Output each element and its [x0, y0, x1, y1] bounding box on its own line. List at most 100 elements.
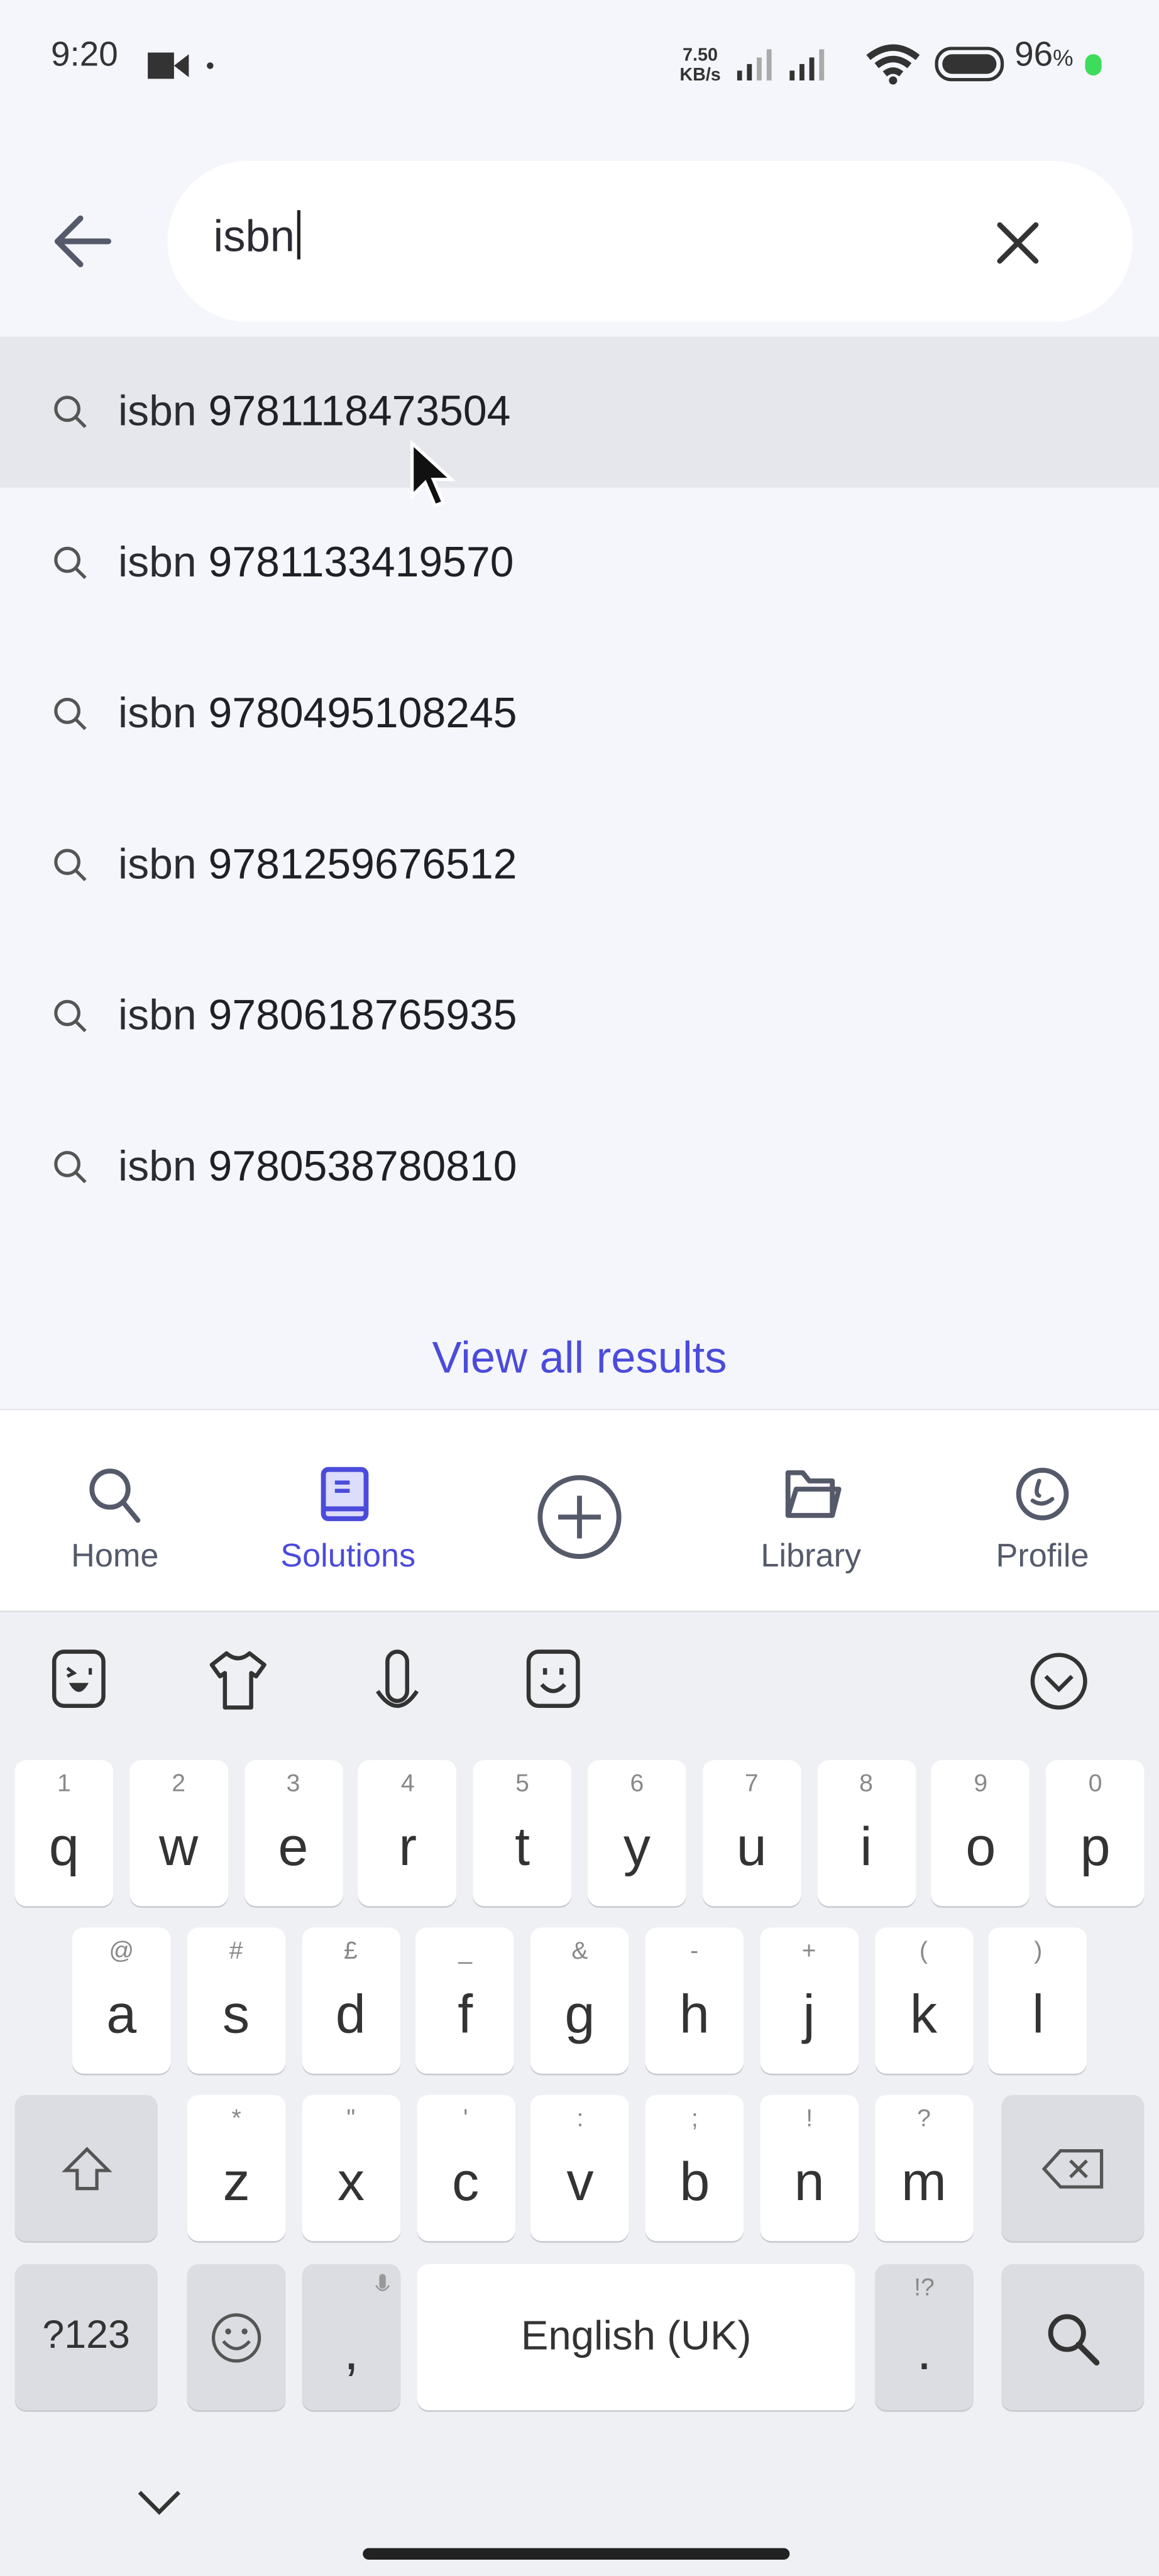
- mouse-cursor-icon: [410, 439, 456, 508]
- key-label: j: [803, 1983, 815, 2044]
- key-m[interactable]: ? m: [874, 2094, 974, 2242]
- home-indicator[interactable]: [363, 2548, 790, 2560]
- search-icon: [54, 698, 87, 730]
- search-input[interactable]: isbn: [167, 160, 1133, 322]
- key-hint: 6: [630, 1770, 644, 1798]
- microphone-icon[interactable]: [371, 1648, 424, 1717]
- comma-key[interactable]: ,: [302, 2264, 401, 2411]
- key-label: ,: [343, 2320, 359, 2381]
- battery-icon: [935, 47, 1004, 82]
- key-p[interactable]: 0p: [1046, 1759, 1145, 1907]
- collapse-chevron-icon[interactable]: [1028, 1648, 1090, 1714]
- key-hint: &: [571, 1937, 588, 1966]
- key-u[interactable]: 7u: [702, 1759, 801, 1907]
- key-j[interactable]: + j: [759, 1927, 859, 2074]
- key-label: m: [901, 2150, 947, 2212]
- key-hint: !?: [914, 2274, 935, 2302]
- theme-shirt-icon[interactable]: [207, 1648, 269, 1714]
- key-i[interactable]: 8i: [816, 1759, 916, 1907]
- shift-key[interactable]: [14, 2094, 158, 2242]
- key-label: a: [106, 1983, 137, 2044]
- key-hint: 9: [974, 1770, 988, 1798]
- emoji-key[interactable]: [187, 2264, 286, 2411]
- key-b[interactable]: ; b: [645, 2094, 744, 2242]
- wifi-icon: [866, 44, 920, 85]
- nav-library[interactable]: Library: [713, 1411, 909, 1611]
- key-t[interactable]: 5t: [473, 1759, 572, 1907]
- suggestion-item[interactable]: isbn 9781133419570: [0, 488, 1159, 639]
- shift-icon: [62, 2147, 113, 2191]
- suggestion-item[interactable]: isbn 9780618765935: [0, 941, 1159, 1092]
- key-g[interactable]: & g: [530, 1927, 629, 2074]
- search-key[interactable]: [1001, 2264, 1145, 2411]
- video-camera-icon: [148, 52, 189, 79]
- suggestion-prefix: isbn: [118, 385, 197, 436]
- key-hint: ;: [691, 2105, 698, 2133]
- key-label: l: [1032, 1983, 1045, 2044]
- nav-solutions[interactable]: Solutions: [250, 1411, 446, 1611]
- suggestion-item[interactable]: isbn 9781118473504: [0, 336, 1159, 488]
- key-e[interactable]: 3e: [244, 1759, 343, 1907]
- key-label: y: [623, 1815, 651, 1877]
- key-s[interactable]: # s: [187, 1927, 285, 2074]
- arrow-left-icon[interactable]: [53, 214, 112, 270]
- key-label: v: [566, 2150, 594, 2212]
- suggestion-prefix: isbn: [118, 839, 197, 889]
- chevron-down-icon[interactable]: [135, 2485, 184, 2518]
- key-v[interactable]: :v: [530, 2094, 630, 2242]
- emoji-sticker-icon[interactable]: [525, 1648, 585, 1714]
- charging-dot-icon: [1085, 54, 1102, 76]
- suggestion-isbn: 9781118473504: [208, 385, 511, 436]
- key-label: q: [48, 1815, 79, 1877]
- nav-add[interactable]: [481, 1411, 678, 1611]
- key-label: .: [916, 2320, 932, 2381]
- key-o[interactable]: 9o: [931, 1759, 1030, 1907]
- view-all-results-link[interactable]: View all results: [0, 1333, 1159, 1384]
- bottom-nav: Home Solutions Library Profile: [0, 1409, 1159, 1611]
- suggestion-prefix: isbn: [118, 989, 197, 1040]
- key-label: g: [564, 1983, 595, 2044]
- key-hint: 8: [859, 1770, 873, 1798]
- key-label: English (UK): [520, 2313, 752, 2360]
- period-key[interactable]: !?.: [875, 2264, 974, 2411]
- battery-percent: 96%: [1014, 36, 1074, 74]
- sticker-icon[interactable]: [51, 1648, 110, 1714]
- key-f[interactable]: _ f: [415, 1927, 515, 2074]
- key-label: h: [679, 1983, 710, 2044]
- key-label: z: [222, 2150, 250, 2212]
- key-r[interactable]: 4r: [358, 1759, 458, 1907]
- suggestion-isbn: 9780618765935: [208, 989, 517, 1040]
- search-icon: [89, 1468, 141, 1523]
- backspace-icon: [1041, 2149, 1104, 2189]
- key-y[interactable]: 6y: [588, 1759, 686, 1907]
- key-l[interactable]: ) l: [989, 1927, 1088, 2074]
- key-label: u: [736, 1815, 767, 1877]
- nav-profile[interactable]: Profile: [944, 1411, 1141, 1611]
- space-key[interactable]: English (UK): [417, 2264, 855, 2411]
- key-q[interactable]: 1q: [14, 1759, 114, 1907]
- key-w[interactable]: 2w: [129, 1759, 228, 1907]
- key-hint: 1: [57, 1770, 71, 1798]
- key-k[interactable]: (k: [874, 1927, 973, 2074]
- nav-home[interactable]: Home: [16, 1411, 213, 1611]
- key-x[interactable]: " x: [302, 2094, 400, 2242]
- key-hint: *: [231, 2105, 241, 2133]
- keyboard: 1 q 2 w 3 e 4 r 5 t 6 y 7 u 8 i 9 o 0 p @ a # s £ d _ f & g - h + j(k) l * z…: [0, 1610, 1159, 2576]
- key-h[interactable]: -h: [645, 1927, 744, 2074]
- key-hint: #: [229, 1937, 243, 1966]
- key-n[interactable]: ! n: [760, 2094, 859, 2242]
- close-icon[interactable]: [995, 220, 1041, 266]
- suggestion-item[interactable]: isbn 9780538780810: [0, 1092, 1159, 1243]
- key-hint: 2: [172, 1770, 186, 1798]
- key-d[interactable]: £ d: [301, 1927, 400, 2074]
- key-hint: ': [463, 2105, 468, 2133]
- key-a[interactable]: @ a: [72, 1927, 171, 2074]
- suggestion-item[interactable]: isbn 9780495108245: [0, 639, 1159, 790]
- backspace-key[interactable]: [1001, 2094, 1145, 2242]
- key-c[interactable]: ' c: [416, 2094, 515, 2242]
- key-hint: ?: [917, 2105, 931, 2133]
- symbols-key[interactable]: ?123: [14, 2264, 158, 2411]
- suggestion-item[interactable]: isbn 9781259676512: [0, 790, 1159, 940]
- search-icon: [54, 546, 87, 580]
- key-z[interactable]: * z: [187, 2094, 286, 2242]
